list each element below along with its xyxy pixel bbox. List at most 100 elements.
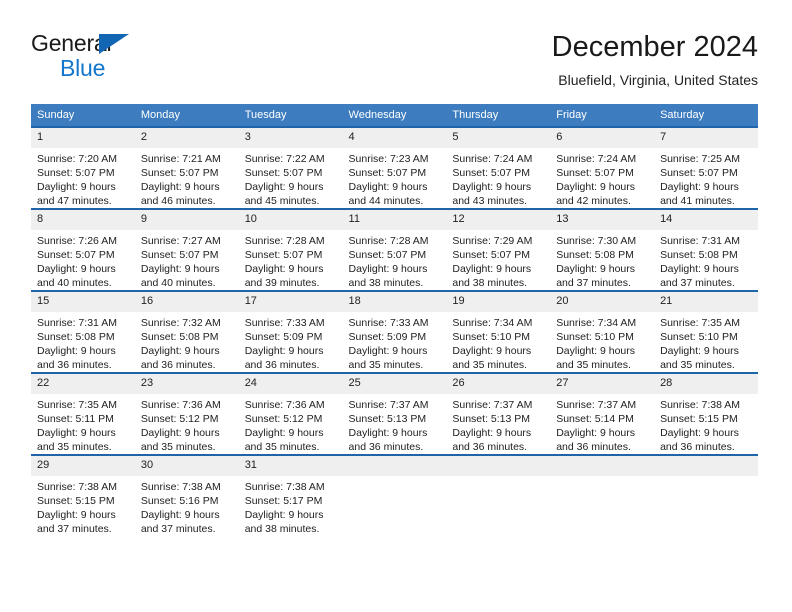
day-details: Sunrise: 7:25 AM Sunset: 5:07 PM Daylight:… [654,148,758,208]
day-details: Sunrise: 7:35 AM Sunset: 5:10 PM Daylight:… [654,312,758,372]
daylight-text-line1: Daylight: 9 hours [244,509,324,521]
calendar-day-cell[interactable]: 29 Sunrise: 7:38 AM Sunset: 5:15 PM Dayligh… [31,454,135,536]
calendar-day-cell[interactable]: 3 Sunrise: 7:22 AM Sunset: 5:07 PM Daylight… [238,126,343,209]
daylight-text-line1: Daylight: 9 hours [348,263,428,275]
daylight-text-line1: Daylight: 9 hours [452,263,532,275]
calendar-day-cell[interactable]: 26 Sunrise: 7:37 AM Sunset: 5:13 PM Dayligh… [446,372,551,455]
day-number: 27 [550,374,655,394]
day-details: Sunrise: 7:26 AM Sunset: 5:07 PM Daylight:… [31,230,135,290]
day-details: Sunrise: 7:37 AM Sunset: 5:13 PM Daylight:… [343,394,447,454]
daylight-text-line1: Daylight: 9 hours [452,345,532,357]
daylight-text-line2: and 40 minutes. [140,277,216,289]
weekday-header-sunday: Sunday [31,104,135,127]
daylight-text-line2: and 37 minutes. [660,277,735,289]
sunset-text: Sunset: 5:07 PM [244,249,323,261]
calendar-day-cell[interactable]: 23 Sunrise: 7:36 AM Sunset: 5:12 PM Dayligh… [134,372,239,455]
daylight-text-line1: Daylight: 9 hours [37,509,116,521]
day-details: Sunrise: 7:38 AM Sunset: 5:16 PM Daylight:… [135,476,239,536]
calendar-day-cell[interactable]: 19 Sunrise: 7:34 AM Sunset: 5:10 PM Dayligh… [446,290,551,373]
calendar-day-cell[interactable]: 24 Sunrise: 7:36 AM Sunset: 5:12 PM Dayligh… [238,372,343,455]
sunset-text: Sunset: 5:11 PM [37,413,114,425]
calendar-day-cell[interactable]: 10 Sunrise: 7:28 AM Sunset: 5:07 PM Dayligh… [238,208,343,291]
calendar-day-cell[interactable]: 2 Sunrise: 7:21 AM Sunset: 5:07 PM Daylight… [134,126,239,209]
weekday-header-wednesday: Wednesday [342,104,447,127]
day-details: Sunrise: 7:37 AM Sunset: 5:13 PM Daylight:… [446,394,550,454]
calendar-day-cell[interactable]: 6 Sunrise: 7:24 AM Sunset: 5:07 PM Daylight… [550,126,655,209]
sunrise-text: Sunrise: 7:33 AM [244,317,325,329]
sunset-text: Sunset: 5:07 PM [37,249,115,261]
sunrise-text: Sunrise: 7:25 AM [660,153,741,165]
daylight-text-line2: and 44 minutes. [348,195,424,207]
sunrise-text: Sunrise: 7:24 AM [556,153,637,165]
sunset-text: Sunset: 5:10 PM [556,331,634,343]
sunrise-text: Sunrise: 7:36 AM [140,399,221,411]
calendar-cell-empty [446,454,551,536]
calendar-day-cell[interactable]: 15 Sunrise: 7:31 AM Sunset: 5:08 PM Dayligh… [31,290,135,373]
calendar-day-cell[interactable]: 17 Sunrise: 7:33 AM Sunset: 5:09 PM Dayligh… [238,290,343,373]
daylight-text-line2: and 35 minutes. [244,441,320,453]
daylight-text-line2: and 37 minutes. [556,277,631,289]
calendar-day-cell[interactable]: 16 Sunrise: 7:32 AM Sunset: 5:08 PM Dayligh… [134,290,239,373]
day-number: 26 [446,374,551,394]
sunset-text: Sunset: 5:09 PM [244,331,323,343]
day-number: 19 [446,292,551,312]
day-number: 8 [31,210,135,230]
day-number: 12 [446,210,551,230]
calendar-day-cell[interactable]: 13 Sunrise: 7:30 AM Sunset: 5:08 PM Dayligh… [550,208,655,291]
sunrise-text: Sunrise: 7:37 AM [348,399,429,411]
sunset-text: Sunset: 5:07 PM [140,249,219,261]
day-details: Sunrise: 7:28 AM Sunset: 5:07 PM Daylight:… [343,230,447,290]
daylight-text-line1: Daylight: 9 hours [556,181,636,193]
calendar-day-cell[interactable]: 4 Sunrise: 7:23 AM Sunset: 5:07 PM Daylight… [342,126,447,209]
calendar-day-cell[interactable]: 18 Sunrise: 7:33 AM Sunset: 5:09 PM Dayligh… [342,290,447,373]
calendar-day-cell[interactable]: 22 Sunrise: 7:35 AM Sunset: 5:11 PM Dayligh… [31,372,135,455]
day-number: 6 [550,128,655,148]
calendar-day-cell[interactable]: 9 Sunrise: 7:27 AM Sunset: 5:07 PM Daylight… [134,208,239,291]
calendar-day-cell[interactable]: 14 Sunrise: 7:31 AM Sunset: 5:08 PM Dayligh… [654,208,758,291]
day-number: 23 [134,374,239,394]
calendar-day-cell[interactable]: 12 Sunrise: 7:29 AM Sunset: 5:07 PM Dayligh… [446,208,551,291]
sunrise-text: Sunrise: 7:34 AM [556,317,637,329]
weekday-header-tuesday: Tuesday [238,104,343,127]
day-details: Sunrise: 7:28 AM Sunset: 5:07 PM Daylight:… [239,230,343,290]
daylight-text-line1: Daylight: 9 hours [244,427,324,439]
daylight-text-line1: Daylight: 9 hours [140,181,220,193]
calendar-header-row: Sunday Monday Tuesday Wednesday Thursday… [31,104,758,127]
day-details: Sunrise: 7:20 AM Sunset: 5:07 PM Daylight:… [31,148,135,208]
daylight-text-line2: and 43 minutes. [452,195,528,207]
calendar-day-cell[interactable]: 25 Sunrise: 7:37 AM Sunset: 5:13 PM Dayligh… [342,372,447,455]
calendar-day-cell[interactable]: 8 Sunrise: 7:26 AM Sunset: 5:07 PM Daylight… [31,208,135,291]
sunrise-text: Sunrise: 7:23 AM [348,153,429,165]
calendar-day-cell[interactable]: 30 Sunrise: 7:38 AM Sunset: 5:16 PM Dayligh… [134,454,239,536]
day-details: Sunrise: 7:37 AM Sunset: 5:14 PM Daylight:… [550,394,654,454]
day-number: 28 [654,374,758,394]
general-blue-logo[interactable]: General Blue [31,32,231,88]
sunset-text: Sunset: 5:13 PM [452,413,531,425]
daylight-text-line1: Daylight: 9 hours [660,181,739,193]
day-number: 17 [238,292,343,312]
calendar-day-cell[interactable]: 20 Sunrise: 7:34 AM Sunset: 5:10 PM Dayligh… [550,290,655,373]
day-details: Sunrise: 7:30 AM Sunset: 5:08 PM Daylight:… [550,230,654,290]
day-number: 18 [342,292,447,312]
sunrise-text: Sunrise: 7:31 AM [660,235,741,247]
daylight-text-line2: and 41 minutes. [660,195,735,207]
page-title: December 2024 [551,31,758,63]
sunrise-text: Sunrise: 7:30 AM [556,235,637,247]
sunset-text: Sunset: 5:08 PM [140,331,219,343]
calendar-day-cell[interactable]: 28 Sunrise: 7:38 AM Sunset: 5:15 PM Dayligh… [654,372,758,455]
logo-text-blue: Blue [60,55,106,81]
day-number: 2 [134,128,239,148]
calendar-day-cell[interactable]: 31 Sunrise: 7:38 AM Sunset: 5:17 PM Dayligh… [238,454,343,536]
calendar-day-cell[interactable]: 11 Sunrise: 7:28 AM Sunset: 5:07 PM Dayligh… [342,208,447,291]
calendar-day-cell[interactable]: 27 Sunrise: 7:37 AM Sunset: 5:14 PM Dayligh… [550,372,655,455]
day-number: 11 [342,210,447,230]
calendar-day-cell[interactable]: 21 Sunrise: 7:35 AM Sunset: 5:10 PM Dayligh… [654,290,758,373]
sunset-text: Sunset: 5:07 PM [140,167,219,179]
calendar-day-cell[interactable]: 1 Sunrise: 7:20 AM Sunset: 5:07 PM Daylight… [31,126,135,209]
day-number: 10 [238,210,343,230]
day-number: 20 [550,292,655,312]
day-details [446,476,550,480]
calendar-day-cell[interactable]: 5 Sunrise: 7:24 AM Sunset: 5:07 PM Daylight… [446,126,551,209]
sunrise-text: Sunrise: 7:24 AM [452,153,533,165]
calendar-day-cell[interactable]: 7 Sunrise: 7:25 AM Sunset: 5:07 PM Daylight… [654,126,758,209]
